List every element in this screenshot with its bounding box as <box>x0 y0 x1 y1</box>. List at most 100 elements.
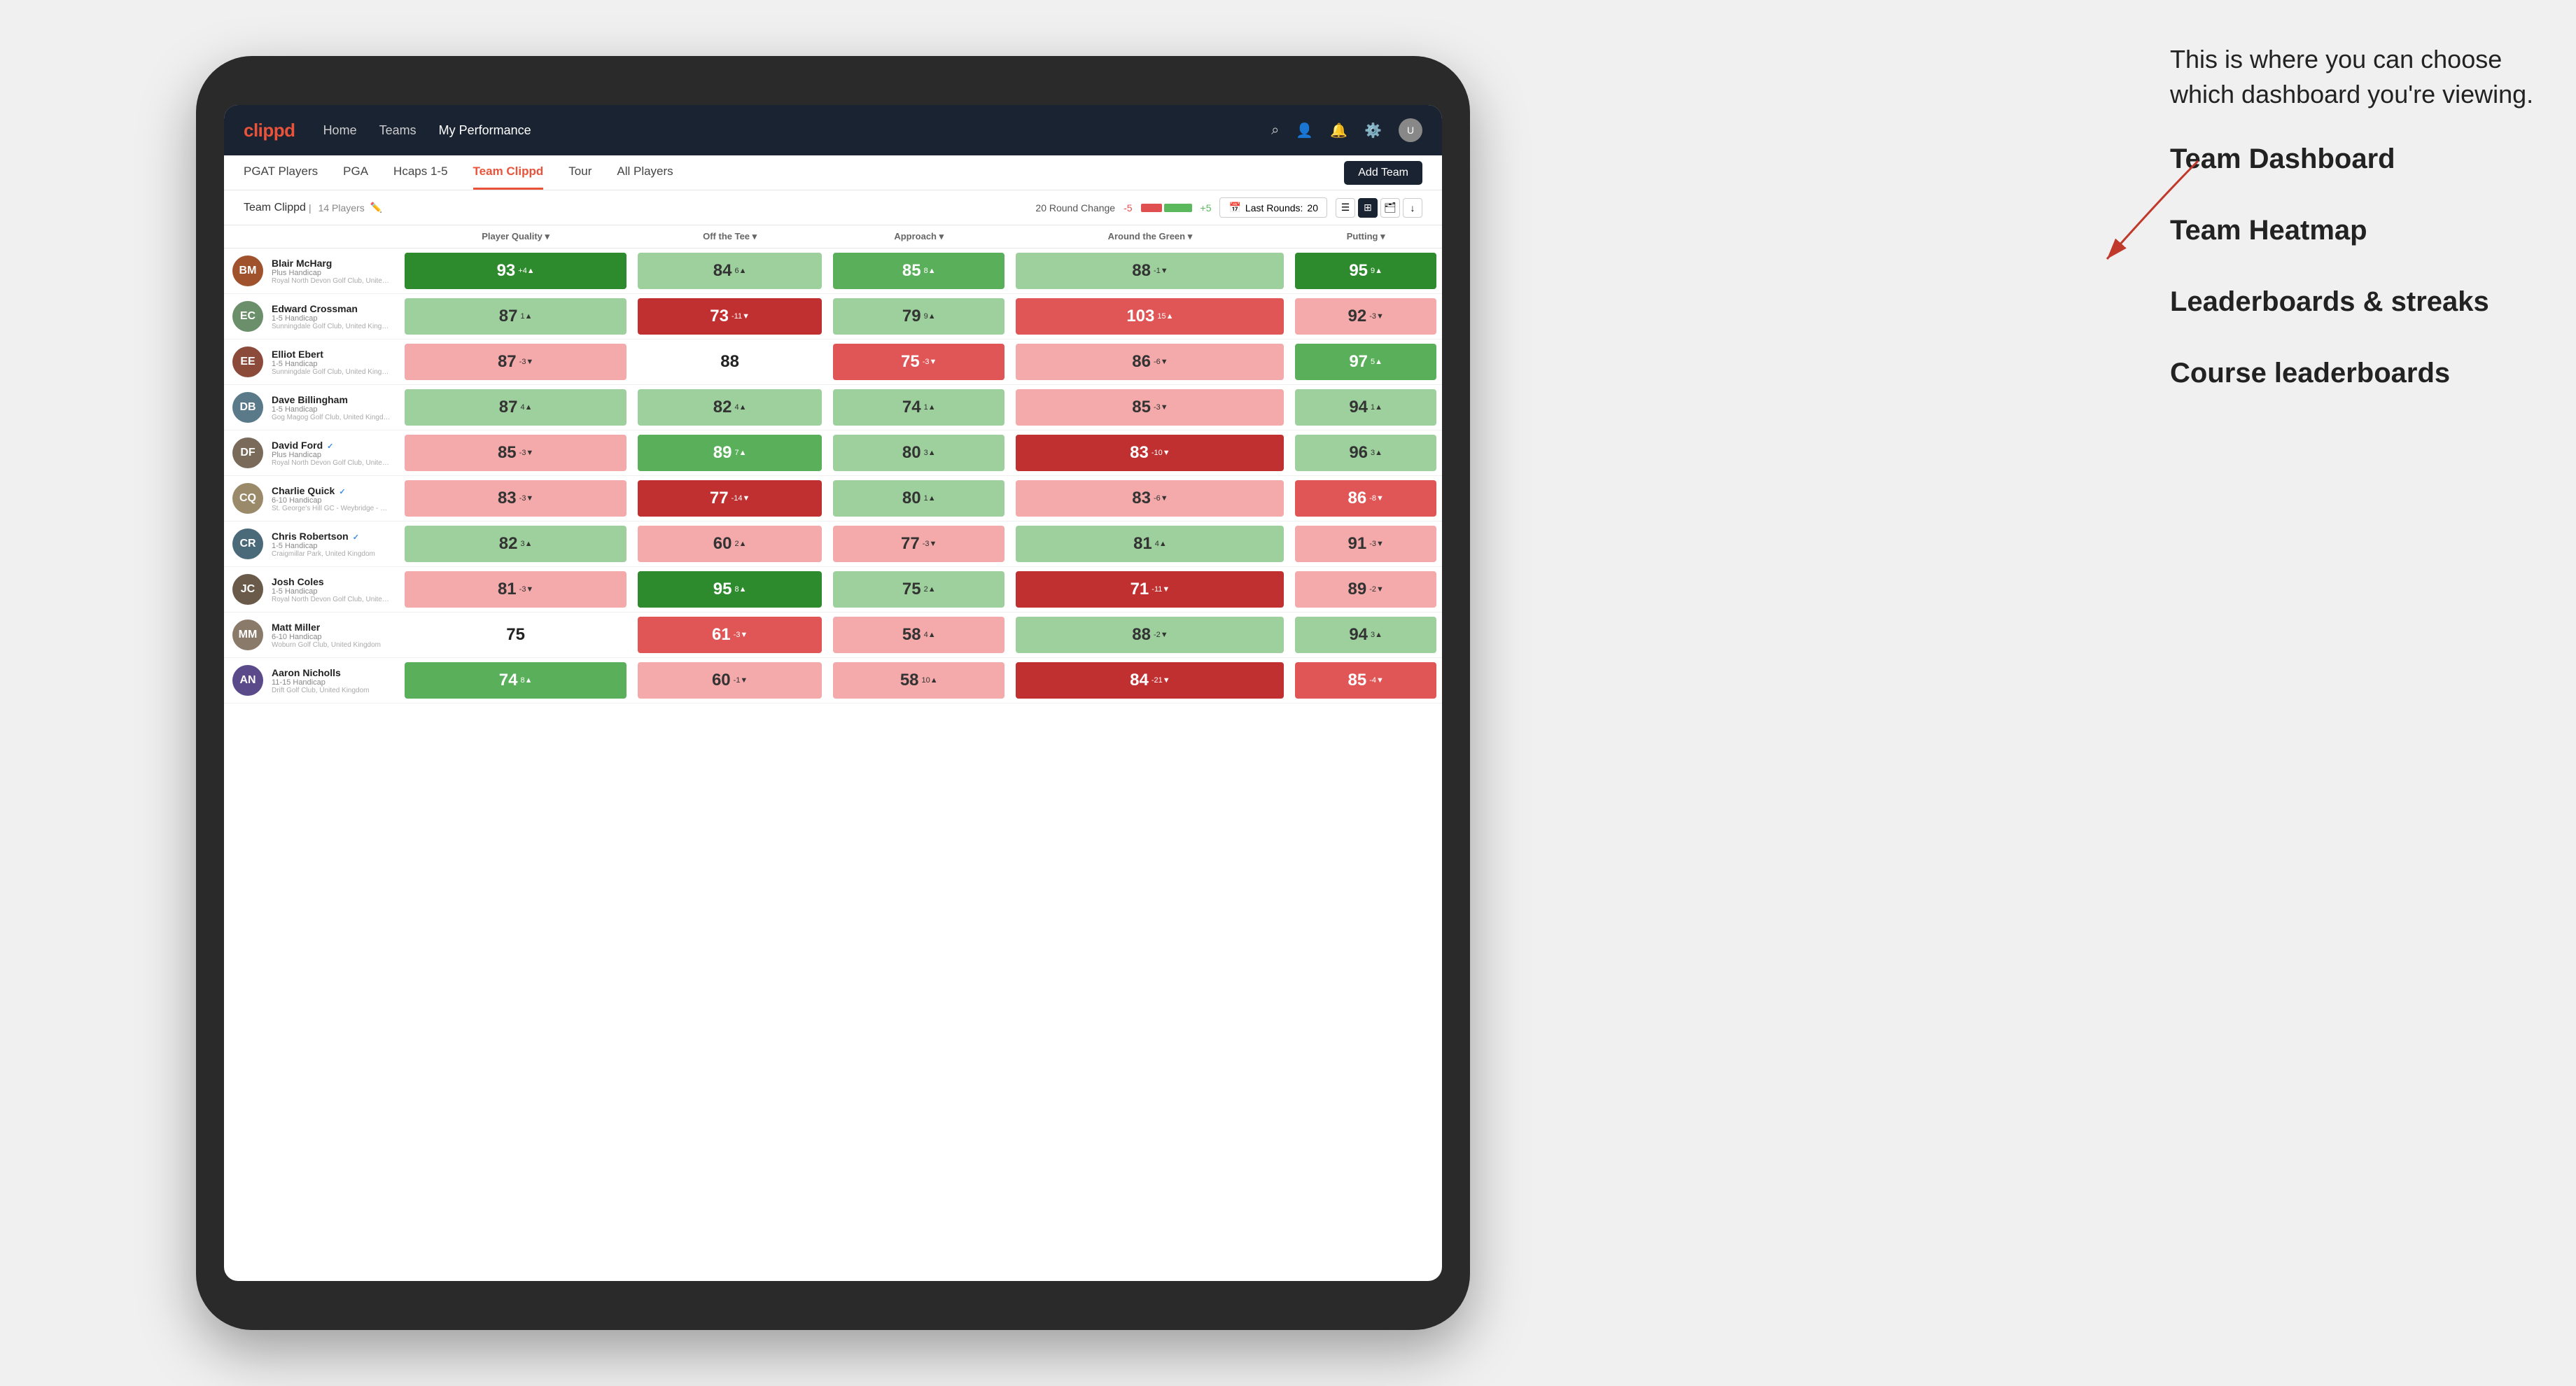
player-cell[interactable]: DBDave Billingham1-5 HandicapGog Magog G… <box>224 385 399 430</box>
score-value: 75 <box>506 625 525 645</box>
score-delta: -3▼ <box>1369 312 1384 321</box>
score-value: 61 <box>712 625 731 645</box>
score-box: 799▲ <box>833 298 1004 335</box>
score-value: 94 <box>1349 625 1368 645</box>
score-delta: 2▲ <box>924 585 936 594</box>
last-rounds-button[interactable]: 📅 Last Rounds: 20 <box>1219 197 1327 218</box>
score-delta: 1▲ <box>924 494 936 503</box>
player-name: David Ford ✓ <box>272 440 391 451</box>
verified-icon: ✓ <box>337 488 345 496</box>
option-team-dashboard: Team Dashboard <box>2170 141 2534 177</box>
nav-home[interactable]: Home <box>323 123 357 138</box>
player-cell[interactable]: CRChris Robertson ✓1-5 HandicapCraigmill… <box>224 522 399 566</box>
avatar: EC <box>232 301 263 332</box>
score-delta: 4▲ <box>1155 540 1167 548</box>
score-delta: -3▼ <box>1369 540 1384 548</box>
score-value: 81 <box>498 580 517 599</box>
score-value: 91 <box>1348 534 1367 554</box>
col-header-approach[interactable]: Approach ▾ <box>827 225 1010 248</box>
score-delta: 3▲ <box>1371 631 1382 639</box>
score-box: 963▲ <box>1295 435 1436 471</box>
col-header-tee[interactable]: Off the Tee ▾ <box>632 225 827 248</box>
tab-hcaps[interactable]: Hcaps 1-5 <box>393 155 447 190</box>
score-cell: 858▲ <box>827 248 1010 294</box>
score-delta: -3▼ <box>519 585 534 594</box>
player-cell[interactable]: EEElliot Ebert1-5 HandicapSunningdale Go… <box>224 340 399 384</box>
score-cell: 71-11▼ <box>1010 567 1289 612</box>
player-club: Sunningdale Golf Club, United Kingdom <box>272 368 391 376</box>
tab-pgat-players[interactable]: PGAT Players <box>244 155 318 190</box>
col-header-quality[interactable]: Player Quality ▾ <box>399 225 632 248</box>
score-value: 77 <box>901 534 920 554</box>
search-icon[interactable]: ⌕ <box>1271 122 1279 139</box>
score-box: 89-2▼ <box>1295 571 1436 608</box>
score-box: 92-3▼ <box>1295 298 1436 335</box>
avatar: JC <box>232 574 263 605</box>
col-header-green[interactable]: Around the Green ▾ <box>1010 225 1289 248</box>
annotation-panel: This is where you can choose which dashb… <box>2170 42 2534 426</box>
score-value: 95 <box>1349 261 1368 281</box>
list-view-button[interactable]: ☰ <box>1336 198 1355 218</box>
score-value: 95 <box>713 580 732 599</box>
score-box: 824▲ <box>638 389 822 426</box>
tab-pga[interactable]: PGA <box>343 155 368 190</box>
edit-team-icon[interactable]: ✏️ <box>370 202 382 214</box>
score-cell: 88 <box>632 340 827 385</box>
score-delta: -2▼ <box>1369 585 1384 594</box>
user-avatar[interactable]: U <box>1399 118 1422 142</box>
player-cell[interactable]: BMBlair McHargPlus HandicapRoyal North D… <box>224 248 399 293</box>
col-header-putting[interactable]: Putting ▾ <box>1289 225 1442 248</box>
score-cell: 959▲ <box>1289 248 1442 294</box>
download-button[interactable]: ↓ <box>1403 198 1422 218</box>
score-box: 584▲ <box>833 617 1004 653</box>
score-box: 77-3▼ <box>833 526 1004 562</box>
person-icon[interactable]: 👤 <box>1296 122 1313 139</box>
player-handicap: Plus Handicap <box>272 451 391 459</box>
player-cell[interactable]: JCJosh Coles1-5 HandicapRoyal North Devo… <box>224 567 399 612</box>
avatar: BM <box>232 255 263 286</box>
score-delta: -2▼ <box>1154 631 1168 639</box>
tab-tour[interactable]: Tour <box>568 155 592 190</box>
nav-my-performance[interactable]: My Performance <box>439 123 531 138</box>
player-club: Gog Magog Golf Club, United Kingdom <box>272 414 391 421</box>
score-box: 959▲ <box>1295 253 1436 289</box>
score-value: 85 <box>902 261 921 281</box>
player-cell[interactable]: ANAaron Nicholls11-15 HandicapDrift Golf… <box>224 658 399 703</box>
player-cell[interactable]: CQCharlie Quick ✓6-10 HandicapSt. George… <box>224 476 399 521</box>
player-club: St. George's Hill GC - Weybridge - Surre… <box>272 505 391 512</box>
score-value: 88 <box>1132 261 1151 281</box>
add-team-button[interactable]: Add Team <box>1344 161 1422 185</box>
score-delta: -1▼ <box>734 676 748 685</box>
score-box: 602▲ <box>638 526 822 562</box>
player-cell[interactable]: ECEdward Crossman1-5 HandicapSunningdale… <box>224 294 399 339</box>
player-cell[interactable]: DFDavid Ford ✓Plus HandicapRoyal North D… <box>224 430 399 475</box>
score-delta: -3▼ <box>519 494 534 503</box>
tab-all-players[interactable]: All Players <box>617 155 673 190</box>
grid-view-button[interactable]: ⊞ <box>1358 198 1378 218</box>
score-delta: +4▲ <box>518 267 534 275</box>
score-box: 85-3▼ <box>1016 389 1284 426</box>
settings-icon[interactable]: ⚙️ <box>1364 122 1382 139</box>
nav-icons: ⌕ 👤 🔔 ⚙️ U <box>1271 118 1422 142</box>
score-cell: 943▲ <box>1289 612 1442 658</box>
player-club: Woburn Golf Club, United Kingdom <box>272 641 381 649</box>
score-value: 85 <box>498 443 517 463</box>
score-box: 81-3▼ <box>405 571 626 608</box>
score-cell: 752▲ <box>827 567 1010 612</box>
score-value: 93 <box>497 261 516 281</box>
score-cell: 85-3▼ <box>399 430 632 476</box>
bell-icon[interactable]: 🔔 <box>1330 122 1348 139</box>
annotation-arrow <box>2037 154 2212 294</box>
heatmap-view-button[interactable]: 🗂 <box>1380 198 1400 218</box>
player-cell[interactable]: MMMatt Miller6-10 HandicapWoburn Golf Cl… <box>224 612 399 657</box>
score-box: 71-11▼ <box>1016 571 1284 608</box>
score-box: 823▲ <box>405 526 626 562</box>
player-name: Aaron Nicholls <box>272 667 370 678</box>
tab-team-clippd[interactable]: Team Clippd <box>473 155 544 190</box>
score-box: 88-1▼ <box>1016 253 1284 289</box>
round-change-neg: -5 <box>1124 202 1132 214</box>
nav-teams[interactable]: Teams <box>379 123 416 138</box>
score-value: 87 <box>499 307 518 326</box>
score-value: 89 <box>1348 580 1367 599</box>
table-row: MMMatt Miller6-10 HandicapWoburn Golf Cl… <box>224 612 1442 658</box>
